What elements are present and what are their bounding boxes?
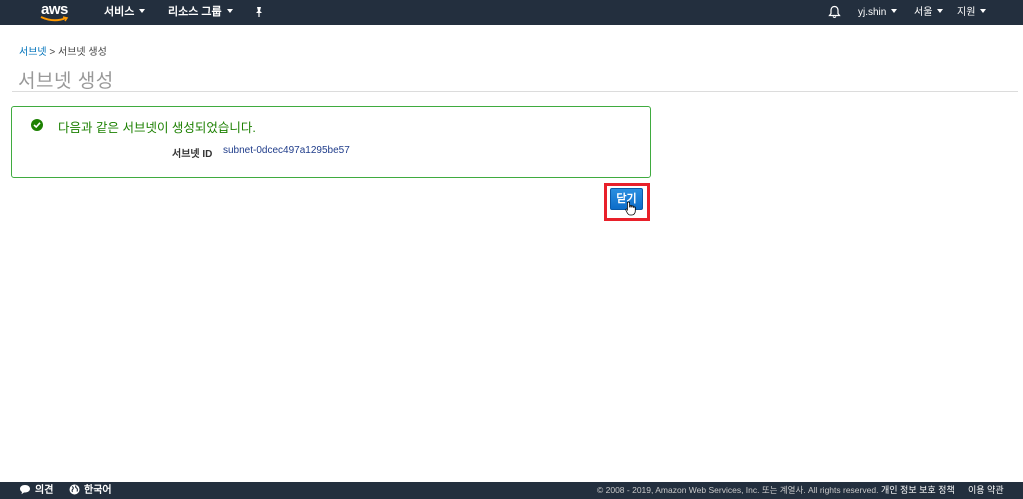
- language-selector[interactable]: 한국어: [69, 482, 112, 499]
- chevron-down-icon: [980, 9, 987, 13]
- chevron-down-icon: [139, 9, 146, 13]
- aws-logo[interactable]: aws: [38, 1, 72, 23]
- breadcrumb-separator: >: [49, 47, 56, 58]
- check-circle-icon: [31, 119, 43, 131]
- pin-icon[interactable]: [254, 6, 264, 18]
- breadcrumb: 서브넷 > 서브넷 생성: [19, 43, 107, 58]
- hand-cursor-icon: [625, 201, 636, 216]
- page-title: 서브넷 생성: [18, 71, 114, 92]
- feedback-link[interactable]: 의견: [19, 482, 53, 499]
- success-alert: 다음과 같은 서브넷이 생성되었습니다. 서브넷 ID subnet-0dcec…: [11, 106, 651, 178]
- bell-icon[interactable]: [828, 5, 841, 19]
- speech-bubble-icon: [20, 485, 30, 495]
- language-label: 한국어: [84, 485, 112, 496]
- support-menu[interactable]: 지원: [957, 0, 987, 25]
- account-menu[interactable]: yj.shin: [858, 0, 898, 25]
- region-menu[interactable]: 서울: [914, 0, 944, 25]
- privacy-policy-link[interactable]: 개인 정보 보호 정책: [881, 482, 955, 499]
- services-menu[interactable]: 서비스: [104, 0, 146, 25]
- account-menu-label: yj.shin: [858, 7, 887, 18]
- chevron-down-icon: [226, 9, 233, 13]
- copyright-text: © 2008 - 2019, Amazon Web Services, Inc.…: [597, 485, 879, 495]
- footer-bar: 의견 한국어 © 2008 - 2019, Amazon Web Service…: [0, 482, 1023, 499]
- subnet-id-label: 서브넷 ID: [172, 149, 213, 160]
- aws-smile-icon: [40, 16, 69, 22]
- support-menu-label: 지원: [957, 7, 976, 18]
- services-menu-label: 서비스: [104, 6, 135, 18]
- chevron-down-icon: [937, 9, 944, 13]
- resource-groups-menu[interactable]: 리소스 그룹: [168, 0, 233, 25]
- success-message: 다음과 같은 서브넷이 생성되었습니다.: [58, 121, 256, 135]
- top-navigation-bar: aws 서비스 리소스 그룹 yj.shin 서울 지원: [0, 0, 1023, 25]
- breadcrumb-current: 서브넷 생성: [58, 47, 107, 58]
- globe-icon: [69, 484, 80, 495]
- title-divider: [12, 91, 1018, 92]
- subnet-id-value: subnet-0dcec497a1295be57: [223, 145, 350, 156]
- terms-of-use-link[interactable]: 이용 약관: [968, 482, 1004, 499]
- resource-groups-menu-label: 리소스 그룹: [168, 6, 222, 18]
- breadcrumb-link-subnets[interactable]: 서브넷: [19, 47, 47, 58]
- region-menu-label: 서울: [914, 7, 933, 18]
- feedback-label: 의견: [35, 485, 54, 496]
- chevron-down-icon: [891, 9, 898, 13]
